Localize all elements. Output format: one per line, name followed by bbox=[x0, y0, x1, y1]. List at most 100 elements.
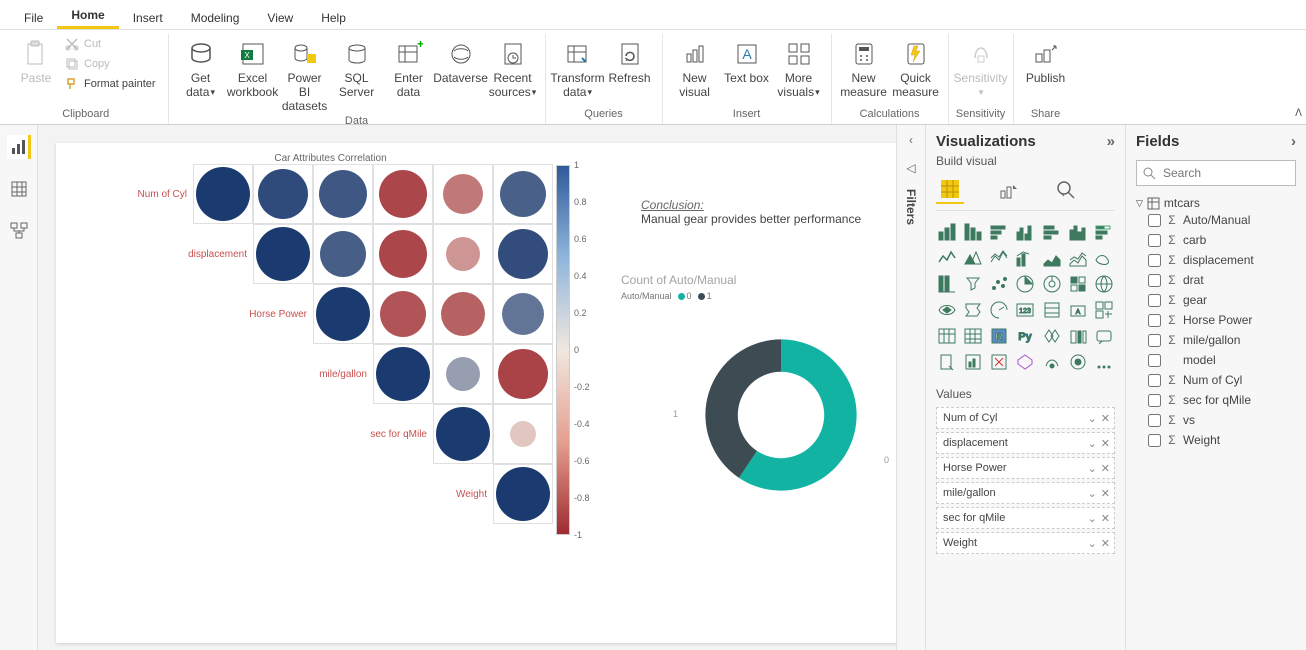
cut-button[interactable]: Cut bbox=[62, 34, 158, 54]
chevron-down-icon[interactable]: ⌄ bbox=[1088, 537, 1097, 550]
excel-button[interactable]: XExcel workbook bbox=[227, 34, 279, 100]
recent-sources-button[interactable]: Recent sources▾ bbox=[487, 34, 539, 100]
viz-type-icon[interactable] bbox=[1093, 273, 1115, 295]
publish-button[interactable]: Publish bbox=[1020, 34, 1072, 86]
menu-tab-insert[interactable]: Insert bbox=[119, 5, 177, 29]
field-well[interactable]: displacement⌄✕ bbox=[936, 432, 1115, 454]
viz-type-icon[interactable] bbox=[962, 221, 984, 243]
viz-type-icon[interactable] bbox=[1067, 325, 1089, 347]
field-well[interactable]: Num of Cyl⌄✕ bbox=[936, 407, 1115, 429]
viz-type-icon[interactable] bbox=[1041, 247, 1063, 269]
remove-icon[interactable]: ✕ bbox=[1101, 537, 1110, 550]
transform-data-button[interactable]: Transform data▾ bbox=[552, 34, 604, 100]
data-view-button[interactable] bbox=[7, 177, 31, 201]
field-row[interactable]: ΣHorse Power bbox=[1136, 310, 1296, 330]
enter-data-button[interactable]: +Enter data bbox=[383, 34, 435, 100]
expand-filters-icon[interactable]: ‹ bbox=[909, 133, 913, 147]
chevron-down-icon[interactable]: ⌄ bbox=[1088, 487, 1097, 500]
menu-tab-file[interactable]: File bbox=[10, 5, 57, 29]
viz-type-icon[interactable] bbox=[988, 351, 1010, 373]
field-row[interactable]: ΣAuto/Manual bbox=[1136, 210, 1296, 230]
field-checkbox[interactable] bbox=[1148, 374, 1161, 387]
viz-type-icon[interactable] bbox=[936, 351, 958, 373]
more-visuals-button[interactable]: More visuals▾ bbox=[773, 34, 825, 100]
viz-type-icon[interactable] bbox=[1093, 221, 1115, 243]
field-row[interactable]: Σvs bbox=[1136, 410, 1296, 430]
viz-type-icon[interactable] bbox=[1041, 273, 1063, 295]
remove-icon[interactable]: ✕ bbox=[1101, 487, 1110, 500]
viz-type-icon[interactable] bbox=[962, 325, 984, 347]
viz-type-icon[interactable] bbox=[1041, 299, 1063, 321]
menu-tab-view[interactable]: View bbox=[253, 5, 307, 29]
viz-type-icon[interactable] bbox=[1067, 351, 1089, 373]
field-checkbox[interactable] bbox=[1148, 354, 1161, 367]
field-well[interactable]: Horse Power⌄✕ bbox=[936, 457, 1115, 479]
fields-search[interactable] bbox=[1136, 160, 1296, 186]
viz-type-icon[interactable] bbox=[936, 299, 958, 321]
remove-icon[interactable]: ✕ bbox=[1101, 412, 1110, 425]
viz-type-icon[interactable]: A bbox=[1067, 299, 1089, 321]
field-well[interactable]: sec for qMile⌄✕ bbox=[936, 507, 1115, 529]
build-tab-analytics[interactable] bbox=[1052, 176, 1080, 204]
chevron-down-icon[interactable]: ⌄ bbox=[1088, 412, 1097, 425]
filters-pane-collapsed[interactable]: ‹ ◁ Filters bbox=[896, 125, 926, 650]
field-checkbox[interactable] bbox=[1148, 394, 1161, 407]
viz-type-icon[interactable] bbox=[936, 273, 958, 295]
field-row[interactable]: ΣWeight bbox=[1136, 430, 1296, 450]
viz-type-icon[interactable]: Py bbox=[1014, 325, 1036, 347]
viz-type-icon[interactable] bbox=[1041, 351, 1063, 373]
viz-type-icon[interactable] bbox=[1093, 247, 1115, 269]
field-row[interactable]: Σdrat bbox=[1136, 270, 1296, 290]
field-checkbox[interactable] bbox=[1148, 214, 1161, 227]
viz-type-icon[interactable] bbox=[1093, 351, 1115, 373]
viz-type-icon[interactable] bbox=[936, 325, 958, 347]
field-checkbox[interactable] bbox=[1148, 414, 1161, 427]
field-checkbox[interactable] bbox=[1148, 434, 1161, 447]
viz-type-icon[interactable] bbox=[936, 221, 958, 243]
chevron-down-icon[interactable]: ⌄ bbox=[1088, 512, 1097, 525]
viz-type-icon[interactable] bbox=[1014, 221, 1036, 243]
remove-icon[interactable]: ✕ bbox=[1101, 462, 1110, 475]
model-view-button[interactable] bbox=[7, 219, 31, 243]
viz-type-icon[interactable] bbox=[936, 247, 958, 269]
viz-type-icon[interactable] bbox=[1093, 325, 1115, 347]
field-checkbox[interactable] bbox=[1148, 314, 1161, 327]
field-well[interactable]: mile/gallon⌄✕ bbox=[936, 482, 1115, 504]
paste-button[interactable]: Paste bbox=[10, 34, 62, 86]
viz-type-icon[interactable] bbox=[962, 351, 984, 373]
viz-type-icon[interactable] bbox=[962, 299, 984, 321]
viz-type-icon[interactable]: 123 bbox=[1014, 299, 1036, 321]
format-painter-button[interactable]: Format painter bbox=[62, 74, 158, 94]
text-box-button[interactable]: AText box bbox=[721, 34, 773, 86]
menu-tab-modeling[interactable]: Modeling bbox=[177, 5, 254, 29]
new-visual-button[interactable]: New visual bbox=[669, 34, 721, 100]
correlation-visual[interactable]: Car Attributes Correlation Num of Cyldis… bbox=[108, 153, 553, 524]
remove-icon[interactable]: ✕ bbox=[1101, 437, 1110, 450]
report-view-button[interactable] bbox=[7, 135, 31, 159]
remove-icon[interactable]: ✕ bbox=[1101, 512, 1110, 525]
get-data-button[interactable]: Get data▾ bbox=[175, 34, 227, 100]
collapse-ribbon-icon[interactable]: ᐱ bbox=[1295, 108, 1302, 119]
viz-type-icon[interactable] bbox=[1014, 247, 1036, 269]
chevron-down-icon[interactable]: ⌄ bbox=[1088, 437, 1097, 450]
dataverse-button[interactable]: Dataverse bbox=[435, 34, 487, 86]
field-checkbox[interactable] bbox=[1148, 274, 1161, 287]
viz-type-icon[interactable] bbox=[1093, 299, 1115, 321]
conclusion-textbox[interactable]: Conclusion: Manual gear provides better … bbox=[641, 198, 901, 226]
field-row[interactable]: Σmile/gallon bbox=[1136, 330, 1296, 350]
viz-type-icon[interactable] bbox=[1041, 221, 1063, 243]
menu-tab-home[interactable]: Home bbox=[57, 2, 118, 29]
report-page[interactable]: Car Attributes Correlation Num of Cyldis… bbox=[56, 143, 914, 643]
pbi-datasets-button[interactable]: Power BI datasets bbox=[279, 34, 331, 113]
field-well[interactable]: Weight⌄✕ bbox=[936, 532, 1115, 554]
viz-type-icon[interactable] bbox=[988, 221, 1010, 243]
field-checkbox[interactable] bbox=[1148, 294, 1161, 307]
viz-type-icon[interactable] bbox=[1041, 325, 1063, 347]
sensitivity-button[interactable]: Sensitivity▾ bbox=[955, 34, 1007, 100]
viz-type-icon[interactable] bbox=[1014, 351, 1036, 373]
menu-tab-help[interactable]: Help bbox=[307, 5, 360, 29]
viz-type-icon[interactable] bbox=[962, 273, 984, 295]
viz-type-icon[interactable] bbox=[988, 247, 1010, 269]
quick-measure-button[interactable]: Quick measure bbox=[890, 34, 942, 100]
donut-visual[interactable]: Count of Auto/Manual Auto/Manual 0 1 1 0 bbox=[621, 273, 941, 505]
